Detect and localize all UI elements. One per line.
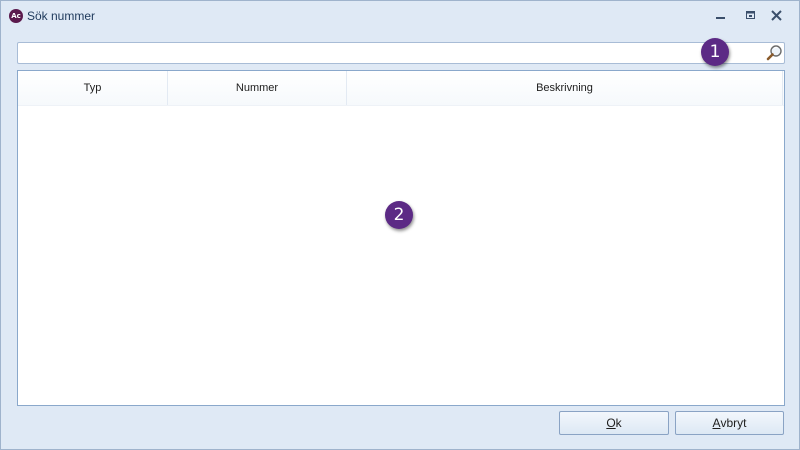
ok-button-mnemonic: O [606, 416, 616, 430]
column-header-beskrivning[interactable]: Beskrivning [347, 71, 783, 105]
cancel-button-label: vbryt [720, 416, 747, 430]
close-icon [771, 10, 782, 21]
ok-button[interactable]: Ok [559, 411, 669, 435]
close-button[interactable] [766, 7, 788, 25]
search-icon[interactable] [765, 44, 783, 62]
grid-header: Typ Nummer Beskrivning [18, 71, 784, 106]
cancel-button-mnemonic: A [712, 416, 721, 430]
column-header-nummer[interactable]: Nummer [168, 71, 347, 105]
app-icon: Ac [9, 9, 23, 23]
minimize-button[interactable] [710, 7, 732, 25]
minimize-icon [716, 17, 725, 19]
title-bar[interactable]: Ac Sök nummer [1, 1, 799, 31]
callout-badge-1: 1 [701, 38, 729, 66]
grid-body[interactable] [18, 106, 784, 405]
maximize-button[interactable] [740, 7, 762, 25]
column-header-typ[interactable]: Typ [18, 71, 168, 105]
maximize-icon [746, 11, 755, 19]
search-number-dialog: Ac Sök nummer Typ Nummer Beskrivning 1 2… [0, 0, 800, 450]
results-grid: Typ Nummer Beskrivning [17, 70, 785, 406]
ok-button-label: k [615, 416, 622, 430]
search-input[interactable] [21, 44, 761, 60]
window-title: Sök nummer [27, 9, 96, 23]
callout-badge-2: 2 [385, 201, 413, 229]
cancel-button[interactable]: Avbryt [675, 411, 784, 435]
search-field [17, 42, 785, 64]
